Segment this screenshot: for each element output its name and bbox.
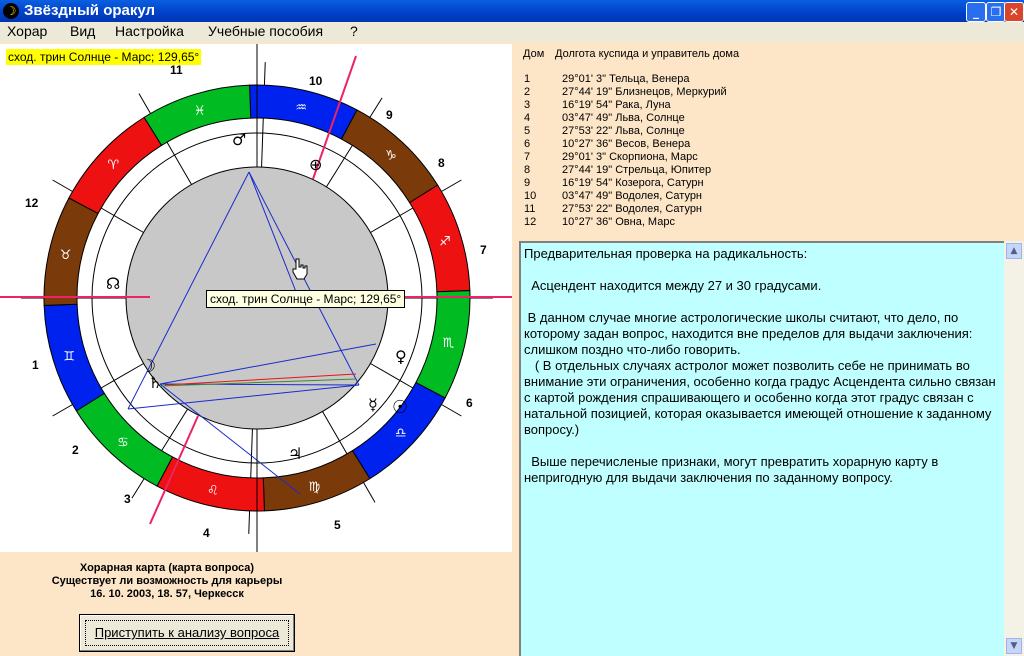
analysis-paragraph: Асцендент находится между 27 и 30 градус… [524, 278, 822, 293]
house-cusp-cell: 16°19' 54" Рака, Луна [562, 99, 671, 111]
zodiac-sign-glyph: ♐ [439, 235, 451, 250]
venus-glyph: ♀ [395, 347, 407, 366]
analysis-text-area[interactable]: Предварительная проверка на радикальност… [519, 241, 1004, 656]
house-cusp-cell: 10°27' 36" Овна, Марс [562, 216, 675, 228]
house-cusp-cell: 29°01' 3" Тельца, Венера [562, 73, 690, 85]
house-cusp-line-outer [369, 97, 383, 118]
house-number: 8 [438, 156, 445, 170]
mars-glyph: ♂ [232, 130, 246, 149]
house-cusp-line-outer [441, 179, 462, 192]
sun-glyph: ☉ [392, 397, 408, 418]
caption-line-2: Существует ли возможность для карьеры [51, 575, 283, 587]
zodiac-sign-glyph: ♈ [107, 158, 119, 173]
houses-header-house: Дом [523, 48, 545, 60]
house-cusp-cell: 16°19' 54" Козерога, Сатурн [562, 177, 704, 189]
app-icon[interactable]: ☽ [3, 3, 19, 19]
zodiac-sign-glyph: ♍ [309, 480, 321, 495]
aspect-tooltip: сход. трин Солнце - Марс; 129,65° [206, 290, 406, 308]
scroll-down-icon[interactable]: ▼ [1006, 638, 1022, 654]
menu-bar: Хорар Вид Настройка Учебные пособия ? [0, 22, 1024, 42]
house-number: 5 [334, 518, 341, 532]
minimize-button[interactable]: _ [966, 2, 986, 22]
house-cusp-cell: 03°47' 49" Водолея, Сатурн [562, 190, 703, 202]
house-cusp-line-outer [363, 482, 376, 503]
house-number-cell: 2 [524, 86, 531, 98]
house-cusp-line-outer [52, 179, 73, 192]
caption-line-1: Хорарная карта (карта вопроса) [79, 562, 255, 574]
zodiac-sign-glyph: ♑ [385, 148, 397, 163]
caption-line-3: 16. 10. 2003, 18. 57, Черкесск [90, 588, 244, 600]
analysis-scrollbar[interactable]: ▲ ▼ [1004, 241, 1024, 656]
aspect-tooltip-top: сход. трин Солнце - Марс; 129,65° [6, 49, 202, 65]
saturn-glyph: ♄ [148, 373, 162, 392]
analyze-question-label: Приступить к анализу вопроса [85, 620, 289, 646]
zodiac-sign-glyph: ♊ [63, 349, 75, 364]
house-cusp-line-outer [441, 404, 462, 417]
house-number: 4 [203, 526, 210, 540]
zodiac-sign-glyph: ♒ [295, 101, 307, 116]
zodiac-sign-glyph: ♓ [194, 104, 206, 119]
house-number-cell: 11 [524, 203, 536, 215]
house-cusp-cell: 27°53' 22" Водолея, Сатурн [562, 203, 703, 215]
house-number-cell: 5 [524, 125, 531, 137]
house-number: 3 [124, 492, 131, 506]
house-cusp-cell: 03°47' 49" Льва, Солнце [562, 112, 685, 124]
horary-chart-panel[interactable]: ♒ ♑ ♐ ♏ ♎ ♍ ♌ ♋ ♊ ♉ ♈ ♓ ♂ ⊕ ☊ ☽ ♄ ♃ ♀ ☿ … [0, 44, 512, 552]
house-cusp-line-outer [263, 62, 266, 86]
house-number: 12 [25, 196, 39, 210]
jupiter-glyph: ♃ [288, 444, 302, 463]
menu-settings[interactable]: Настройка [115, 23, 184, 39]
part-of-fortune-glyph: ⊕ [309, 155, 322, 174]
north-node-glyph: ☊ [106, 274, 120, 293]
menu-tutorials[interactable]: Учебные пособия [208, 23, 323, 39]
menu-help[interactable]: ? [350, 23, 358, 39]
zodiac-sign-glyph: ♋ [117, 436, 129, 451]
houses-header-cusp: Долгота куспида и управитель дома [555, 48, 740, 60]
menu-horar[interactable]: Хорар [7, 23, 47, 39]
house-cusp-line-outer [131, 478, 145, 499]
title-bar: ☽ Звёздный оракул _ ❐ ✕ [0, 0, 1024, 22]
house-cusp-line-outer [52, 404, 73, 417]
menu-view[interactable]: Вид [70, 23, 95, 39]
house-cusp-cell: 27°53' 22" Льва, Солнце [562, 125, 685, 137]
house-number: 7 [480, 243, 487, 257]
house-number: 9 [386, 108, 393, 122]
house-number-cell: 12 [524, 216, 537, 228]
house-cusp-cell: 29°01' 3" Скорпиона, Марс [562, 151, 698, 163]
house-cusp-line-outer [248, 510, 251, 534]
house-number-cell: 3 [524, 99, 531, 111]
house-cusp-line-outer [138, 93, 151, 114]
house-cusp-cell: 10°27' 36" Весов, Венера [562, 138, 691, 150]
house-number-cell: 7 [524, 151, 531, 163]
house-number-cell: 8 [524, 164, 531, 176]
house-number-cell: 4 [524, 112, 531, 124]
house-number: 2 [72, 443, 79, 457]
zodiac-sign-glyph: ♌ [207, 483, 219, 498]
chart-caption: Хорарная карта (карта вопроса) Существуе… [0, 562, 334, 601]
house-number: 11 [170, 63, 183, 77]
scroll-up-icon[interactable]: ▲ [1006, 243, 1022, 259]
zodiac-sign-glyph: ♉ [60, 248, 72, 263]
house-number: 10 [309, 74, 323, 88]
mercury-glyph: ☿ [368, 395, 378, 414]
house-number-cell: 6 [524, 138, 531, 150]
house-number: 1 [32, 358, 39, 372]
analyze-question-button[interactable]: Приступить к анализу вопроса [79, 614, 295, 652]
house-number: 6 [466, 396, 473, 410]
analysis-paragraph: Выше перечисленые признаки, могут превра… [524, 454, 942, 485]
analysis-paragraph: Предварительная проверка на радикальност… [524, 246, 808, 261]
house-cusp-cell: 27°44' 19" Стрельца, Юпитер [562, 164, 712, 176]
window-title: Звёздный оракул [24, 2, 156, 19]
house-number-cell: 9 [524, 177, 531, 189]
house-cusp-cell: 27°44' 19" Близнецов, Меркурий [562, 86, 727, 98]
house-number-cell: 1 [524, 73, 531, 85]
house-number-cell: 10 [524, 190, 537, 202]
zodiac-sign-glyph: ♎ [395, 426, 407, 441]
analysis-paragraph: В данном случае многие астрологические ш… [524, 310, 996, 437]
close-button[interactable]: ✕ [1004, 2, 1024, 22]
maximize-button[interactable]: ❐ [986, 2, 1006, 22]
zodiac-sign-glyph: ♏ [443, 336, 455, 351]
